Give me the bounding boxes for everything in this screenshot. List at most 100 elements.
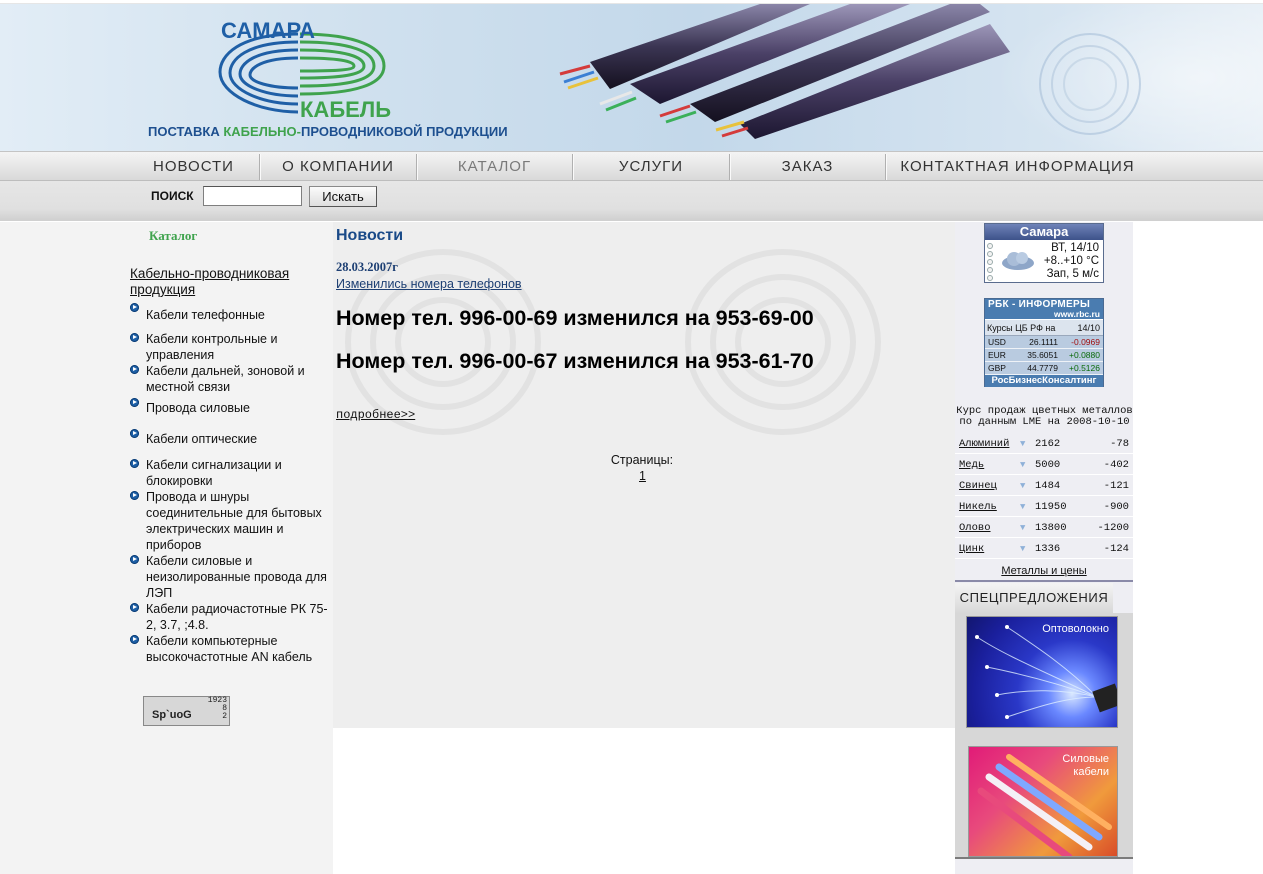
- rbc-footer: РосБизнесКонсалтинг: [985, 375, 1103, 387]
- metal-price: 5000: [1035, 459, 1061, 471]
- cables-banner-image: [559, 4, 1263, 151]
- rate-value: 44.7779: [1027, 363, 1058, 373]
- nav-order[interactable]: ЗАКАЗ: [730, 152, 885, 181]
- rate-currency: USD: [988, 337, 1006, 347]
- catalog-item[interactable]: Провода и шнуры соединительные для бытов…: [130, 489, 333, 553]
- metal-delta: -402: [1103, 459, 1129, 471]
- rate-value: 35.6051: [1027, 350, 1058, 360]
- catalog-item[interactable]: Кабели радиочастотные РК 75-2, 3.7, ;4.8…: [130, 601, 333, 633]
- divider: [955, 580, 1133, 582]
- promo-power-label-line-1: Силовые: [1062, 753, 1109, 765]
- catalog-item[interactable]: Кабели компьютерные высокочастотные AN к…: [130, 633, 333, 665]
- page-right-margin: [1133, 222, 1263, 874]
- bullet-arrow-icon: [130, 303, 139, 312]
- metal-name-link[interactable]: Цинк: [959, 539, 984, 559]
- news-body-line: Номер тел. 996-00-69 изменился на 953-69…: [336, 306, 814, 330]
- catalog-heading-link[interactable]: Кабельно-проводниковая продукция: [130, 266, 330, 298]
- metal-price: 11950: [1035, 501, 1067, 513]
- catalog-item[interactable]: Кабели силовые и неизолированные провода…: [130, 553, 333, 601]
- catalog-item-label: Кабели силовые и неизолированные провода…: [146, 554, 327, 600]
- promo-power-cables-banner[interactable]: Силовые кабели: [968, 746, 1118, 857]
- weather-dots: [987, 243, 994, 283]
- metal-price: 1336: [1035, 543, 1061, 555]
- header-banner: САМАРА КАБЕЛЬ ПОСТАВКА КАБЕЛЬНО-ПРОВОДНИ…: [0, 4, 1263, 151]
- news-section-title: Новости: [336, 227, 404, 244]
- spylog-counter[interactable]: 1923 8 2 Sp`uoG: [143, 696, 230, 726]
- nav-catalog[interactable]: КАТАЛОГ: [417, 152, 572, 181]
- catalog-item-label: Провода и шнуры соединительные для бытов…: [146, 490, 322, 552]
- search-label: ПОИСК: [151, 189, 194, 203]
- cloud-icon: [1002, 252, 1034, 270]
- metal-row: Медь ▼ 5000 -402: [955, 455, 1133, 475]
- weather-wind: Зап, 5 м/с: [1046, 268, 1099, 280]
- catalog-item-label: Кабели радиочастотные РК 75-2, 3.7, ;4.8…: [146, 602, 328, 632]
- counter-values: 1923 8 2: [208, 697, 227, 721]
- down-arrow-icon: ▼: [1020, 544, 1026, 554]
- counter-brand: Sp`uoG: [152, 709, 192, 721]
- rate-currency: GBP: [988, 363, 1006, 373]
- tagline-part-2: КАБЕЛЬНО-: [223, 124, 301, 139]
- catalog-item[interactable]: Провода силовые: [130, 396, 333, 416]
- catalog-sidebar: Каталог Кабельно-проводниковая продукция…: [0, 222, 333, 874]
- bullet-arrow-icon: [130, 491, 139, 500]
- catalog-item[interactable]: Кабели оптические: [130, 427, 333, 447]
- weather-date: ВТ, 14/10: [1051, 242, 1099, 254]
- metal-price: 2162: [1035, 438, 1061, 450]
- nav-about[interactable]: О КОМПАНИИ: [260, 152, 416, 181]
- weather-widget[interactable]: Самара ВТ, 14/10 +8..+10 °C Зап, 5 м/с: [984, 223, 1104, 283]
- catalog-item-label: Кабели контрольные и управления: [146, 332, 278, 362]
- catalog-item[interactable]: Кабели телефонные: [130, 301, 333, 323]
- rbc-rates-header: Курсы ЦБ РФ на 14/10: [985, 320, 1103, 336]
- metal-name-link[interactable]: Никель: [959, 497, 997, 517]
- metal-delta: -124: [1103, 543, 1129, 555]
- catalog-item[interactable]: Кабели сигнализации и блокировки: [130, 457, 333, 489]
- read-more-link[interactable]: подробнее>>: [336, 408, 415, 422]
- rbc-informer[interactable]: РБК - ИНФОРМЕРЫ www.rbc.ru Курсы ЦБ РФ н…: [984, 298, 1104, 387]
- bullet-arrow-icon: [130, 603, 139, 612]
- search-button[interactable]: Искать: [309, 186, 377, 207]
- tagline-part-1: ПОСТАВКА: [148, 124, 224, 139]
- catalog-item-label: Кабели сигнализации и блокировки: [146, 458, 282, 488]
- bullet-arrow-icon: [130, 459, 139, 468]
- logo-text-top: САМАРА: [221, 18, 316, 43]
- metal-name-link[interactable]: Свинец: [959, 476, 997, 496]
- tagline: ПОСТАВКА КАБЕЛЬНО-ПРОВОДНИКОВОЙ ПРОДУКЦИ…: [148, 124, 508, 139]
- rate-change: +0.0880: [1069, 350, 1100, 360]
- pagination-label: Страницы:: [610, 453, 674, 467]
- down-arrow-icon: ▼: [1020, 481, 1026, 491]
- catalog-item[interactable]: Кабели контрольные и управления: [130, 331, 333, 363]
- catalog-item-label: Провода силовые: [146, 401, 250, 415]
- rate-change: +0.5126: [1069, 363, 1100, 373]
- pagination-page-link[interactable]: 1: [639, 469, 646, 483]
- metal-name-link[interactable]: Олово: [959, 518, 991, 538]
- rbc-rates-date: 14/10: [1077, 323, 1100, 333]
- content-bottom-area: [333, 728, 955, 874]
- nav-news[interactable]: НОВОСТИ: [128, 152, 259, 181]
- metal-row: Свинец ▼ 1484 -121: [955, 476, 1133, 496]
- special-offers-title: СПЕЦПРЕДЛОЖЕНИЯ: [955, 583, 1113, 613]
- rate-change: -0.0969: [1071, 337, 1100, 347]
- bullet-arrow-icon: [130, 635, 139, 644]
- bullet-arrow-icon: [130, 333, 139, 342]
- promo-fiber-optic-banner[interactable]: Оптоволокно: [966, 616, 1118, 728]
- main-nav: НОВОСТИ О КОМПАНИИ КАТАЛОГ УСЛУГИ ЗАКАЗ …: [0, 151, 1263, 181]
- metals-prices-link[interactable]: Металлы и цены: [955, 565, 1133, 577]
- nav-services[interactable]: УСЛУГИ: [573, 152, 729, 181]
- metal-row: Цинк ▼ 1336 -124: [955, 539, 1133, 559]
- metal-name-link[interactable]: Алюминий: [959, 434, 1009, 454]
- weather-city: Самара: [985, 224, 1103, 240]
- metals-title-line-2: по данным LME на 2008-10-10: [959, 416, 1130, 428]
- metal-name-link[interactable]: Медь: [959, 455, 984, 475]
- catalog-item[interactable]: Кабели дальней, зоновой и местной связи: [130, 363, 333, 395]
- rbc-rate-row: GBP 44.7779 +0.5126: [985, 362, 1103, 375]
- news-panel: Новости 28.03.2007г Изменились номера те…: [333, 222, 955, 728]
- promo-power-label-line-2: кабели: [1073, 766, 1109, 778]
- page: САМАРА КАБЕЛЬ ПОСТАВКА КАБЕЛЬНО-ПРОВОДНИ…: [0, 0, 1263, 874]
- news-headline-link[interactable]: Изменились номера телефонов: [336, 277, 522, 291]
- bullet-arrow-icon: [130, 555, 139, 564]
- nav-contacts[interactable]: КОНТАКТНАЯ ИНФОРМАЦИЯ: [886, 152, 1149, 181]
- search-input[interactable]: [203, 186, 302, 206]
- metal-row: Олово ▼ 13800 -1200: [955, 518, 1133, 538]
- logo-text-bottom: КАБЕЛЬ: [300, 97, 392, 122]
- bullet-arrow-icon: [130, 398, 139, 407]
